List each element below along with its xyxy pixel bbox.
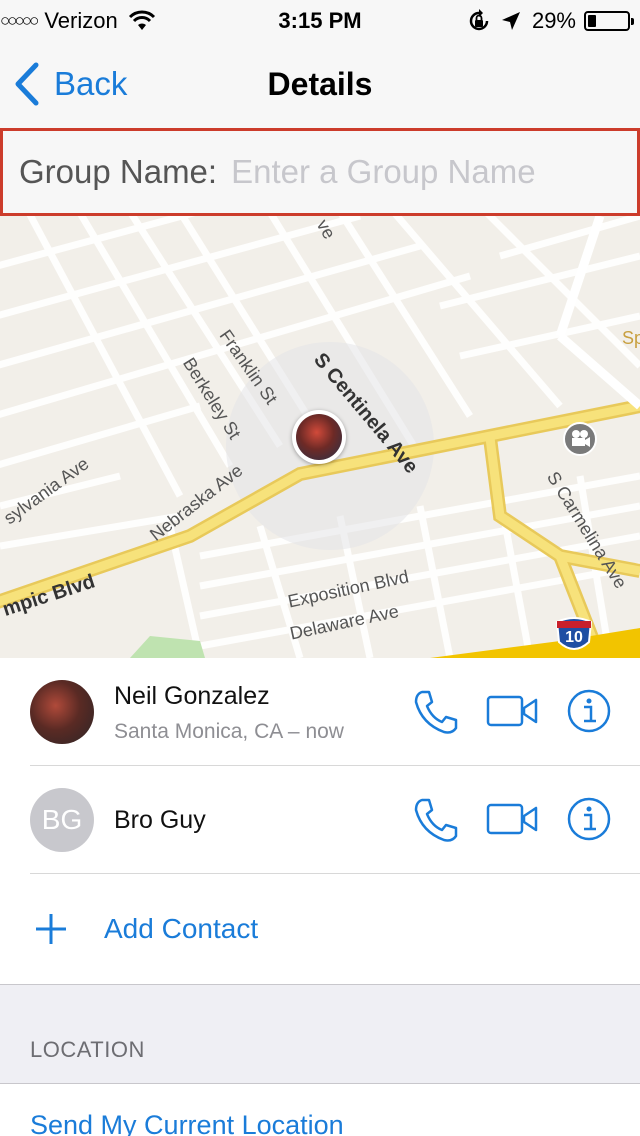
user-location-avatar [296,414,342,460]
info-icon[interactable] [566,688,612,734]
battery-icon [584,11,634,31]
user-location-pin[interactable] [292,410,346,464]
avatar [30,680,94,744]
freeway-shield-icon: 10 [554,616,594,654]
battery-fill [588,15,597,27]
add-contact-button[interactable]: Add Contact [0,875,640,983]
location-arrow-icon [501,12,520,30]
contact-name: Neil Gonzalez [114,682,270,710]
map-label-sp: Sp [622,328,640,348]
contact-row-neil-gonzalez[interactable]: Neil Gonzalez Santa Monica, CA – now [0,658,640,766]
avatar-initials: BG [41,804,83,835]
status-bar: ○○○○○ Verizon 3:15 PM 29% [0,0,640,40]
video-call-icon[interactable] [486,802,540,836]
info-icon[interactable] [566,796,612,842]
video-call-icon[interactable] [486,694,540,728]
phone-icon[interactable] [412,688,460,736]
video-camera-glyph [572,430,590,447]
battery-tip [631,18,634,25]
freeway-shield-number: 10 [565,629,583,646]
group-name-label: Group Name: [19,153,218,190]
phone-icon[interactable] [412,796,460,844]
location-section-header: LOCATION [0,984,640,1084]
contact-location: Santa Monica, CA – now [114,720,344,743]
movie-camera-poi-icon[interactable] [563,422,597,456]
map-view[interactable]: S Centinela Ave Franklin St Berkeley St … [0,216,640,658]
send-current-location-button[interactable]: Send My Current Location [30,1110,344,1136]
group-name-input[interactable] [231,153,632,191]
contact-name: Bro Guy [114,806,206,834]
contact-row-bro-guy[interactable]: BG Bro Guy [0,766,640,874]
page-title: Details [267,66,373,102]
plus-icon [36,914,66,944]
rotation-lock-icon [469,9,489,31]
section-header-label: LOCATION [30,1037,145,1062]
battery-percent: 29% [531,8,576,33]
group-name-row: Group Name: [0,128,640,216]
row-divider [30,873,640,874]
status-right: 29% [466,8,634,34]
navigation-bar: Back Details [0,40,640,128]
avatar: BG [30,788,94,852]
add-contact-label: Add Contact [104,913,259,944]
